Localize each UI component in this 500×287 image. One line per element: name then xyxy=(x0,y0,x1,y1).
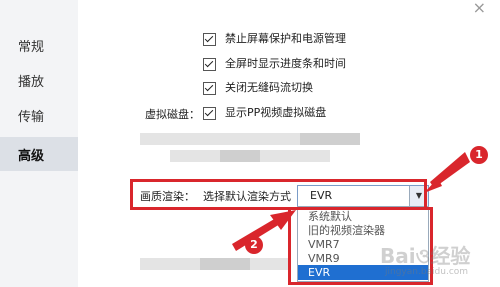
watermark-url: jingyan.baidu.com xyxy=(385,267,469,277)
annotation-badge-2: 2 xyxy=(245,236,263,254)
annotation-badge-1: 1 xyxy=(470,146,488,164)
